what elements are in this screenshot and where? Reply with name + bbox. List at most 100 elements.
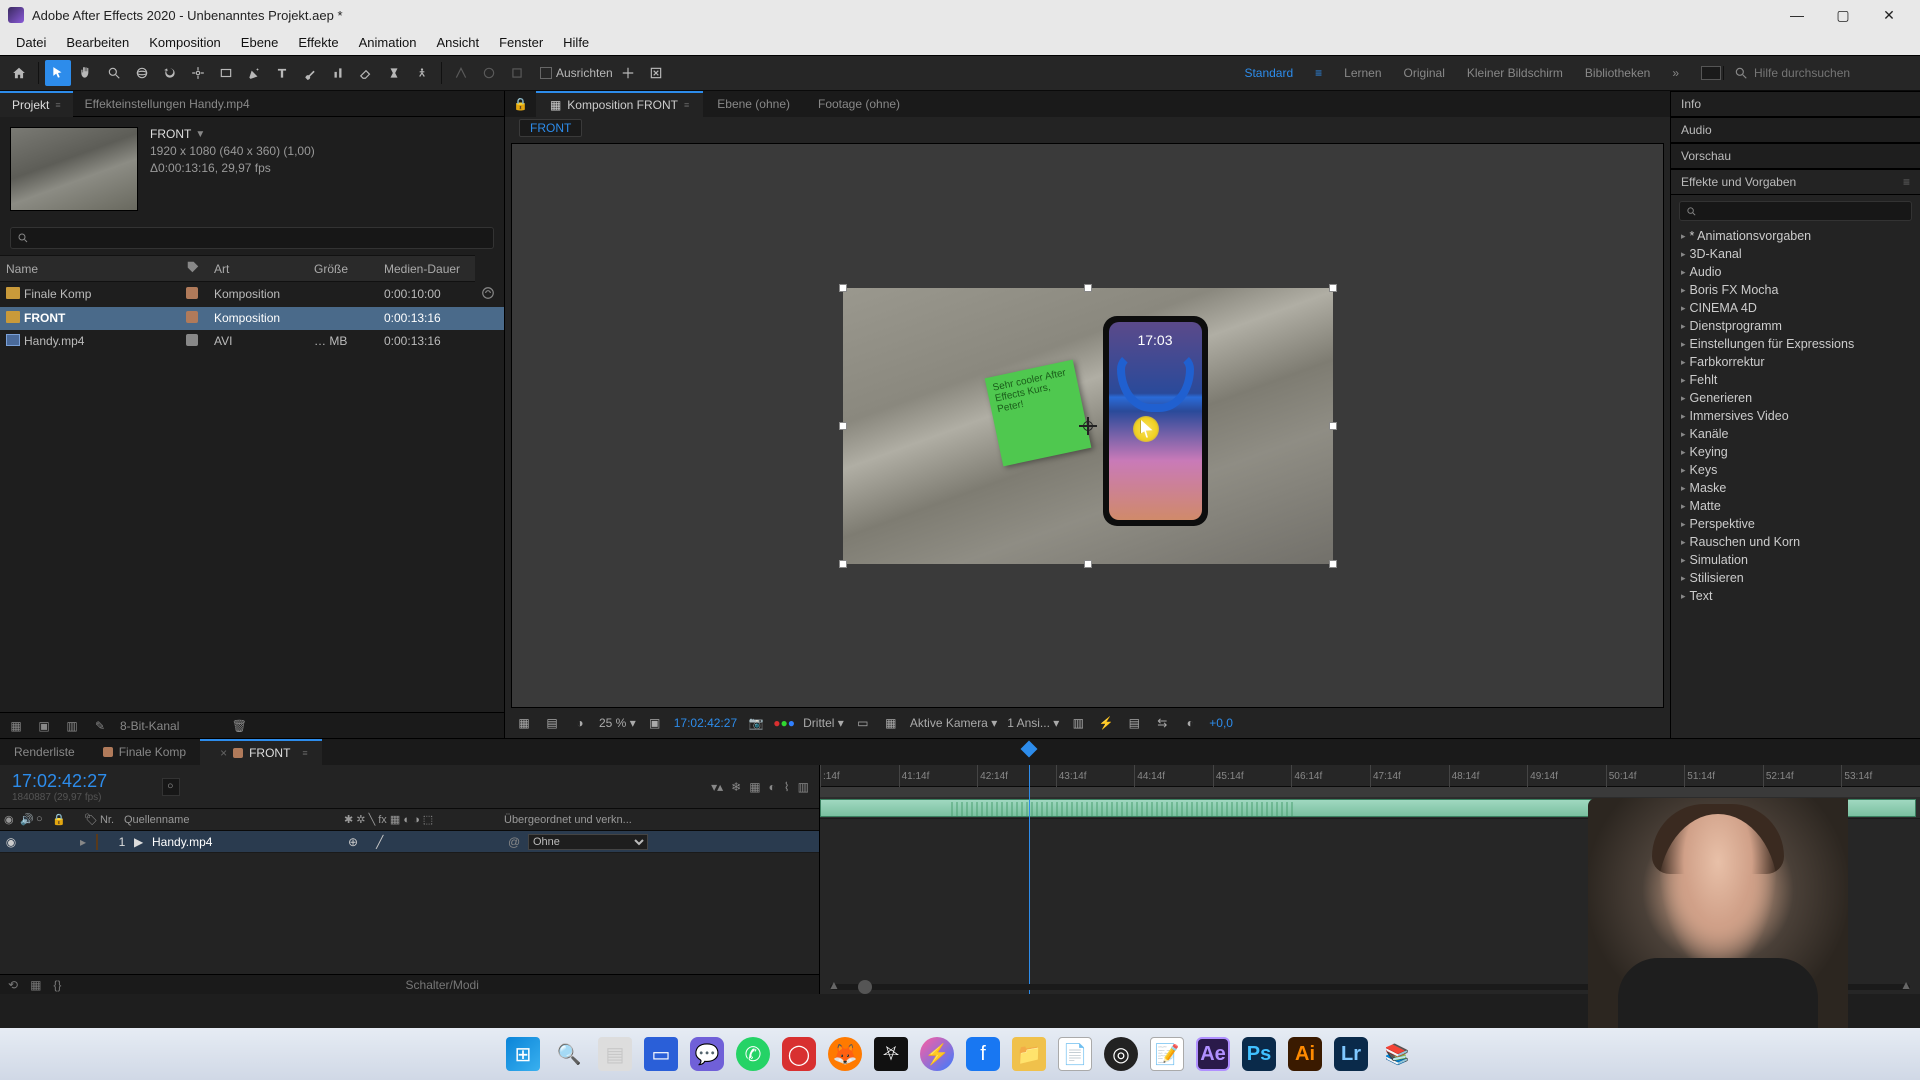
menu-datei[interactable]: Datei	[6, 30, 56, 55]
new-comp-icon[interactable]: ▥	[64, 718, 80, 734]
tab-projekt[interactable]: Projekt≡	[0, 91, 73, 117]
handle-bl[interactable]	[839, 560, 847, 568]
workspace-standard[interactable]: Standard	[1244, 66, 1293, 80]
tab-komposition[interactable]: ▦Komposition FRONT≡	[536, 91, 703, 117]
effects-category[interactable]: ▸CINEMA 4D	[1675, 299, 1916, 317]
sw-quality-icon[interactable]: ╲	[369, 814, 376, 826]
roto-tool[interactable]	[381, 60, 407, 86]
maximize-button[interactable]: ▢	[1820, 0, 1866, 30]
sw-3d-icon[interactable]: ⬚	[423, 814, 433, 826]
col-name[interactable]: Name	[0, 256, 180, 282]
taskbar-explorer[interactable]: ▭	[644, 1037, 678, 1071]
close-button[interactable]: ✕	[1866, 0, 1912, 30]
col-quellenname[interactable]: Quellenname	[120, 814, 340, 826]
handle-tr[interactable]	[1329, 284, 1337, 292]
effects-category[interactable]: ▸Audio	[1675, 263, 1916, 281]
col-lock-icon[interactable]: 🔒	[52, 813, 66, 827]
tab-renderliste[interactable]: Renderliste	[0, 739, 89, 765]
handle-ml[interactable]	[839, 422, 847, 430]
layer-name[interactable]: Handy.mp4	[152, 835, 348, 849]
effects-category[interactable]: ▸Keys	[1675, 461, 1916, 479]
taskbar-search[interactable]: 🔍	[552, 1037, 586, 1071]
fast-preview-icon[interactable]: ⚡	[1097, 714, 1115, 732]
menu-komposition[interactable]: Komposition	[139, 30, 231, 55]
zoom-out-icon[interactable]: ▲	[828, 978, 840, 992]
taskbar-file-explorer[interactable]: 📁	[1012, 1037, 1046, 1071]
zoom-dropdown[interactable]: 25 % ▾	[599, 716, 636, 730]
effects-category[interactable]: ▸* Animationsvorgaben	[1675, 227, 1916, 245]
search-toggle-icon[interactable]	[643, 60, 669, 86]
region-icon[interactable]: ▭	[854, 714, 872, 732]
close-tab-icon[interactable]: ×	[220, 740, 227, 766]
snapshot-icon[interactable]: 📷	[747, 714, 765, 732]
rotate-tool[interactable]	[157, 60, 183, 86]
taskbar-app-stack[interactable]: 📚	[1380, 1037, 1414, 1071]
handle-bc[interactable]	[1084, 560, 1092, 568]
effects-category[interactable]: ▸3D-Kanal	[1675, 245, 1916, 263]
label-column-icon[interactable]	[186, 260, 200, 274]
tab-finale-komp[interactable]: Finale Komp	[89, 739, 200, 765]
effects-category[interactable]: ▸Boris FX Mocha	[1675, 281, 1916, 299]
toggle-switches-icon[interactable]: ⟲	[8, 978, 18, 992]
minimize-button[interactable]: —	[1774, 0, 1820, 30]
parent-dropdown[interactable]: Ohne	[528, 834, 648, 850]
zoom-handle[interactable]	[858, 980, 872, 994]
brainstorm-icon[interactable]: ▥	[798, 780, 809, 794]
frame-blend-icon[interactable]: ▦	[749, 780, 760, 794]
exposure-value[interactable]: +0,0	[1209, 716, 1233, 730]
sw-moblur-icon[interactable]: ◐	[403, 814, 410, 826]
handle-tl[interactable]	[839, 284, 847, 292]
effects-category[interactable]: ▸Kanäle	[1675, 425, 1916, 443]
taskbar-firefox[interactable]: 🦊	[828, 1037, 862, 1071]
trash-icon[interactable]: 🗑	[231, 718, 247, 734]
handle-br[interactable]	[1329, 560, 1337, 568]
project-item-handy[interactable]: Handy.mp4 AVI… MB0:00:13:16	[0, 330, 504, 353]
sw-shy-icon[interactable]: ✱	[344, 814, 353, 826]
views-dropdown[interactable]: 1 Ansi... ▾	[1007, 716, 1059, 730]
type-tool[interactable]	[269, 60, 295, 86]
effects-category[interactable]: ▸Dienstprogramm	[1675, 317, 1916, 335]
effects-category[interactable]: ▸Farbkorrektur	[1675, 353, 1916, 371]
taskbar-app-black[interactable]: ⛧	[874, 1037, 908, 1071]
col-label-icon[interactable]: 🏷	[84, 813, 98, 826]
toggle-inout-icon[interactable]: {}	[53, 978, 61, 992]
panel-audio[interactable]: Audio	[1671, 117, 1920, 143]
col-dur[interactable]: Medien-Dauer	[378, 256, 475, 282]
graph-editor-icon[interactable]: ⌇	[784, 780, 790, 794]
res-dropdown[interactable]: Drittel ▾	[803, 716, 844, 730]
workspace-menu-icon[interactable]: ≡	[1315, 66, 1322, 80]
interpret-footage-icon[interactable]: ▦	[8, 718, 24, 734]
viewer-timecode[interactable]: 17:02:42:27	[674, 716, 737, 730]
brush-tool[interactable]	[297, 60, 323, 86]
time-ruler[interactable]: :14f41:14f42:14f43:14f44:14f45:14f46:14f…	[820, 765, 1920, 787]
home-icon[interactable]	[6, 60, 32, 86]
project-item-front[interactable]: FRONT Komposition0:00:13:16	[0, 307, 504, 330]
effects-category[interactable]: ▸Einstellungen für Expressions	[1675, 335, 1916, 353]
menu-bearbeiten[interactable]: Bearbeiten	[56, 30, 139, 55]
sw-fx-icon[interactable]: fx	[378, 814, 387, 826]
work-area[interactable]	[820, 787, 1920, 797]
layer-expand-icon[interactable]: ▸	[80, 835, 96, 849]
project-item-finale-komp[interactable]: Finale Komp Komposition0:00:10:00	[0, 282, 504, 307]
handle-mr[interactable]	[1329, 422, 1337, 430]
layer-sw-aa[interactable]: ╱	[376, 835, 383, 849]
composition-viewer[interactable]: Sehr cooler After Effects Kurs, Peter! 1…	[511, 143, 1664, 708]
taskbar-after-effects[interactable]: Ae	[1196, 1037, 1230, 1071]
taskbar-app-note[interactable]: 📄	[1058, 1037, 1092, 1071]
eraser-tool[interactable]	[353, 60, 379, 86]
transparency-icon[interactable]: ▦	[882, 714, 900, 732]
snap-checkbox[interactable]: Ausrichten	[540, 66, 613, 80]
camera-dropdown[interactable]: Aktive Kamera ▾	[910, 716, 997, 730]
channels-icon[interactable]: ●●●	[775, 714, 793, 732]
layer-row-1[interactable]: ◉ ▸ 1 ▶ Handy.mp4 ⊕ ╱ @ Ohne	[0, 831, 819, 853]
taskbar-illustrator[interactable]: Ai	[1288, 1037, 1322, 1071]
col-audio-icon[interactable]: 🔊	[20, 813, 34, 827]
flowchart-icon[interactable]: ⇆	[1153, 714, 1171, 732]
tab-ebene[interactable]: Ebene (ohne)	[703, 91, 804, 117]
timeline-search-input[interactable]	[162, 778, 180, 796]
panel-vorschau[interactable]: Vorschau	[1671, 143, 1920, 169]
effects-search-input[interactable]	[1679, 201, 1912, 221]
orbit-tool[interactable]	[129, 60, 155, 86]
sw-frameblend-icon[interactable]: ▦	[390, 814, 400, 826]
effects-category[interactable]: ▸Fehlt	[1675, 371, 1916, 389]
